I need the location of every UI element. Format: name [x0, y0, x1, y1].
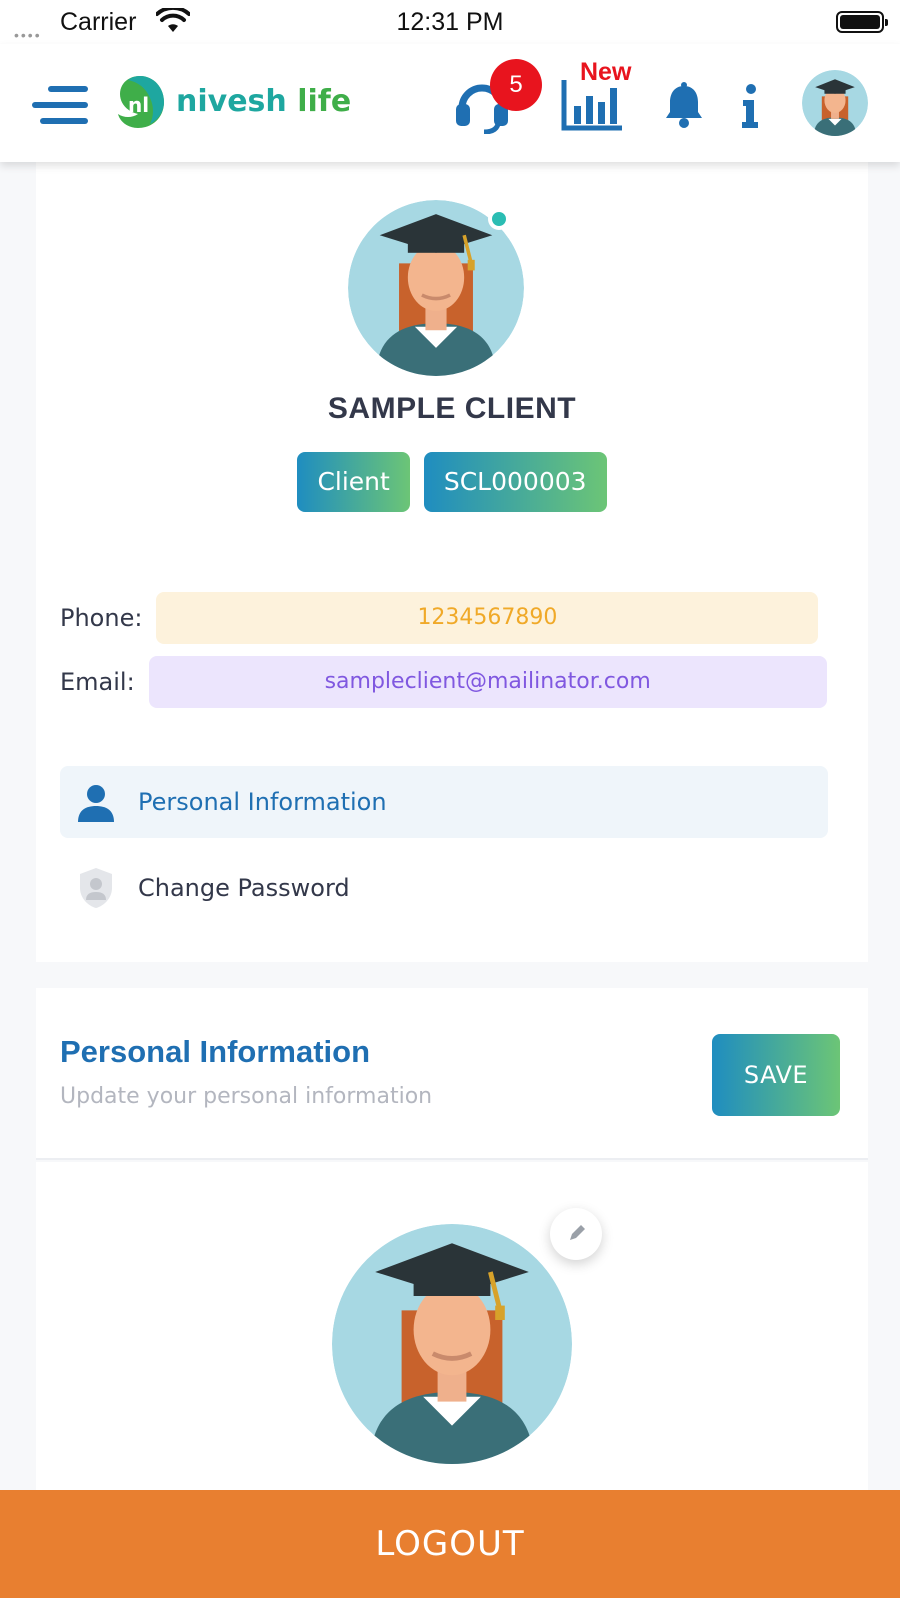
avatar[interactable] [802, 70, 868, 136]
phone-label: Phone: [60, 604, 143, 632]
menu-item-change-password[interactable]: Change Password [60, 852, 828, 924]
phone-row: Phone: 1234567890 [60, 592, 819, 644]
client-name: SAMPLE CLIENT [327, 392, 577, 425]
profile-chips: Client SCL000003 [36, 452, 868, 512]
email-row: Email: sampleclient@mailinator.com [60, 656, 827, 708]
section-title: Personal Information [60, 1034, 371, 1069]
profile-screen: •••• Carrier 12:31 PM nl nivesh life 5 N… [0, 0, 900, 1598]
email-label: Email: [60, 668, 135, 696]
logout-button[interactable]: LOGOUT [0, 1490, 900, 1598]
app-header: nl nivesh life 5 New [0, 44, 900, 162]
menu-item-label: Personal Information [138, 788, 387, 816]
clock-time: 12:31 PM [396, 8, 504, 36]
menu-item-label: Change Password [138, 874, 350, 902]
info-icon[interactable] [738, 84, 762, 128]
section-subtitle: Update your personal information [60, 1084, 433, 1109]
nivesh-life-logo: nl nivesh life [114, 74, 354, 134]
svg-text:nl: nl [128, 93, 149, 117]
logo-text: nivesh life [176, 84, 351, 119]
profile-card: SAMPLE CLIENT Client SCL000003 Phone: 12… [36, 162, 868, 962]
save-button[interactable]: SAVE [712, 1034, 840, 1116]
pencil-icon [570, 1225, 585, 1240]
profile-photo [332, 1224, 572, 1464]
client-id-chip: SCL000003 [423, 452, 607, 512]
phone-value: 1234567890 [156, 592, 819, 644]
logo-mark-icon: nl [118, 76, 164, 128]
menu-item-personal-information[interactable]: Personal Information [60, 766, 828, 838]
edit-photo-button[interactable] [550, 1208, 602, 1260]
logo-text-nivesh: nivesh [176, 84, 287, 119]
menu-icon[interactable] [32, 82, 88, 128]
status-bar: •••• Carrier 12:31 PM [0, 0, 900, 44]
support-count-badge: 5 [490, 59, 542, 111]
email-value: sampleclient@mailinator.com [148, 656, 827, 708]
online-status-dot [488, 208, 510, 230]
bell-icon[interactable] [664, 82, 704, 128]
personal-information-card: Personal Information Update your persona… [36, 988, 868, 1160]
role-chip: Client [297, 452, 410, 512]
person-icon [78, 785, 114, 822]
battery-icon [836, 11, 888, 33]
logo-text-life: life [297, 84, 352, 119]
shield-user-icon [80, 868, 112, 908]
photo-edit-area [36, 1162, 868, 1522]
new-label: New [580, 58, 632, 86]
